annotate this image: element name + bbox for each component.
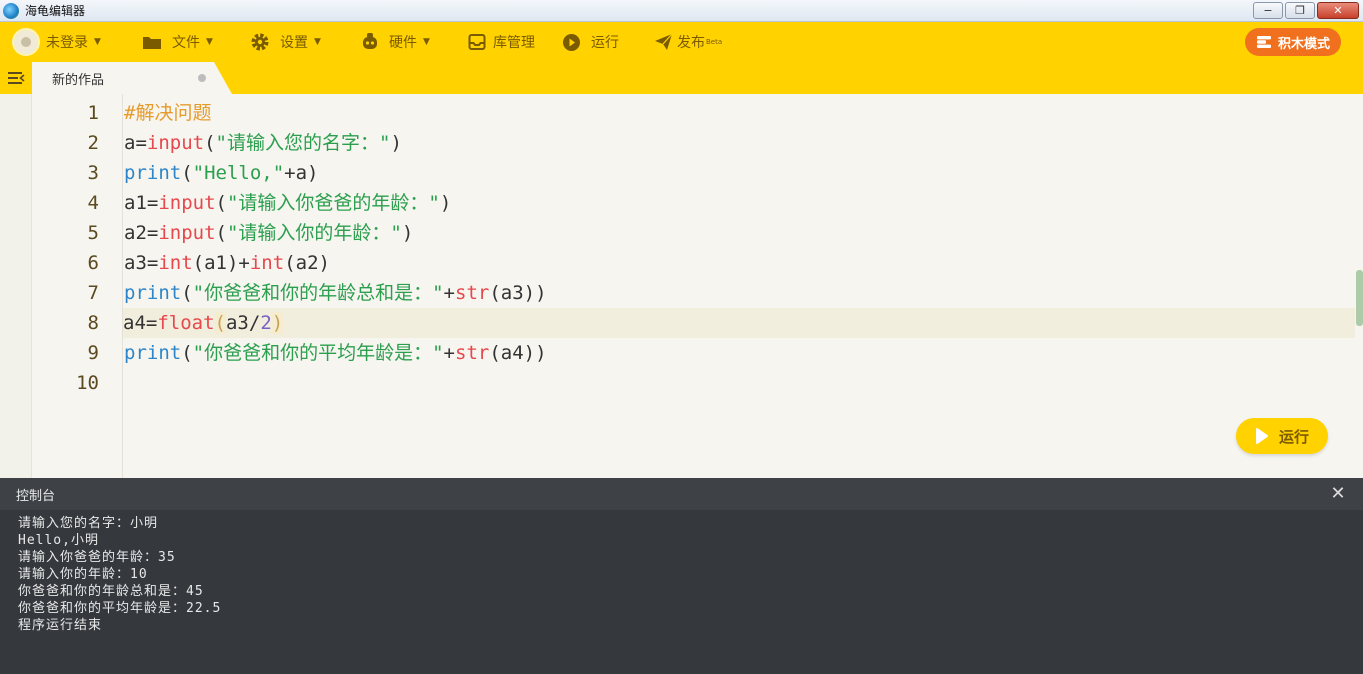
inbox-icon: [468, 34, 486, 50]
chevron-down-icon: ▼: [206, 37, 213, 47]
code-line[interactable]: print("Hello,"+a): [124, 158, 1355, 188]
close-console-icon[interactable]: ✕: [1329, 485, 1347, 503]
console-line: 请输入你爸爸的年龄：35: [18, 550, 176, 565]
line-number: 9: [87, 342, 99, 364]
run-button[interactable]: 运行: [1236, 418, 1328, 454]
settings-label: 设置: [280, 35, 308, 51]
line-number: 10: [76, 372, 99, 394]
play-circle-icon: [563, 33, 580, 51]
publish-button[interactable]: 发布 Beta: [654, 22, 722, 62]
code-line[interactable]: #解决问题: [124, 98, 1355, 128]
app-logo-icon: [3, 2, 19, 19]
chevron-down-icon: ▼: [94, 37, 101, 47]
line-number: 5: [87, 222, 99, 244]
blocks-icon: [1256, 36, 1271, 48]
tab-label: 新的作品: [52, 72, 105, 88]
chevron-down-icon: ▼: [423, 37, 430, 47]
run-label: 运行: [591, 35, 619, 51]
console-line: 你爸爸和你的平均年龄是：22.5: [18, 601, 222, 616]
code-line[interactable]: a2=input("请输入你的年龄："): [124, 218, 1355, 248]
minimize-button[interactable]: −: [1253, 2, 1283, 19]
line-number: 7: [87, 282, 99, 304]
scrollbar-thumb[interactable]: [1356, 270, 1363, 326]
hardware-label: 硬件: [389, 35, 417, 51]
code-line[interactable]: a1=input("请输入你爸爸的年龄："): [124, 188, 1355, 218]
block-mode-label: 积木模式: [1277, 36, 1330, 52]
code-line[interactable]: print("你爸爸和你的年龄总和是："+str(a3)): [124, 278, 1355, 308]
console-output[interactable]: 请输入您的名字：小明 Hello,小明请输入你爸爸的年龄：35 请输入你的年龄：10…: [0, 510, 1363, 674]
login-menu[interactable]: 未登录 ▼: [12, 22, 101, 62]
restore-button[interactable]: ❐: [1285, 2, 1315, 19]
code-line-active[interactable]: a4=float(a3/2): [123, 308, 1355, 338]
code-area[interactable]: #解决问题 a=input("请输入您的名字：") print("Hello,"…: [123, 98, 1355, 398]
unsaved-dot-icon[interactable]: [198, 74, 206, 82]
code-line[interactable]: [124, 368, 1355, 398]
line-number: 3: [87, 162, 99, 184]
code-line[interactable]: a3=int(a1)+int(a2): [124, 248, 1355, 278]
library-manager-button[interactable]: 库管理: [468, 22, 535, 62]
console-header: 控制台 ✕: [0, 478, 1363, 510]
beta-badge: Beta: [706, 38, 723, 46]
tab-bar: 新的作品: [0, 62, 1363, 94]
line-number: 1: [87, 102, 99, 124]
editor-side-strip: [0, 94, 32, 478]
folder-icon: [143, 37, 161, 49]
editor-scrollbar[interactable]: [1355, 94, 1363, 478]
robot-icon: [363, 33, 377, 49]
library-label: 库管理: [493, 35, 535, 51]
close-window-button[interactable]: ✕: [1317, 2, 1359, 19]
hardware-menu[interactable]: 硬件 ▼: [360, 22, 430, 62]
window-controls: − ❐ ✕: [1253, 2, 1359, 19]
run-button-label: 运行: [1278, 427, 1309, 446]
code-editor[interactable]: 1 2 3 4 5 6 7 8 9 10 #解决问题 a=input("请输入您的名字：") pr…: [0, 94, 1363, 478]
console-line: 请输入您的名字：小明: [18, 516, 159, 531]
line-number: 4: [87, 192, 99, 214]
console-title: 控制台: [16, 488, 56, 504]
avatar: [12, 28, 40, 56]
window-title: 海龟编辑器: [25, 4, 86, 18]
line-number: 6: [87, 252, 99, 274]
code-line[interactable]: print("你爸爸和你的平均年龄是："+str(a4)): [124, 338, 1355, 368]
console-line: 你爸爸和你的年龄总和是：45: [18, 584, 204, 599]
tab-new-work[interactable]: 新的作品: [32, 62, 232, 94]
block-mode-button[interactable]: 积木模式: [1245, 28, 1341, 56]
publish-label: 发布: [677, 35, 705, 51]
play-icon: [1255, 428, 1268, 444]
console-line: 请输入你的年龄：10: [18, 567, 148, 582]
settings-menu[interactable]: 设置 ▼: [250, 22, 321, 62]
file-menu[interactable]: 文件 ▼: [142, 22, 213, 62]
console-line: Hello,小明: [18, 533, 99, 548]
gear-icon: [251, 33, 269, 51]
sidebar-toggle-button[interactable]: [0, 62, 32, 94]
main-toolbar: 未登录 ▼ 文件 ▼ 设置 ▼ 硬件 ▼ 库管理 运行 发布 Beta 积木模式: [0, 22, 1363, 62]
menu-collapse-icon: [8, 72, 25, 84]
file-label: 文件: [172, 35, 200, 51]
window-titlebar: 海龟编辑器 − ❐ ✕: [0, 0, 1363, 22]
line-number-gutter: 1 2 3 4 5 6 7 8 9 10: [33, 98, 99, 398]
run-menu-button[interactable]: 运行: [562, 22, 619, 62]
console-line: 程序运行结束: [18, 618, 103, 633]
code-line[interactable]: a=input("请输入您的名字："): [124, 128, 1355, 158]
line-number: 2: [87, 132, 99, 154]
chevron-down-icon: ▼: [314, 37, 321, 47]
line-number: 8: [87, 312, 99, 334]
login-label: 未登录: [46, 35, 88, 51]
paper-plane-icon: [655, 33, 673, 50]
